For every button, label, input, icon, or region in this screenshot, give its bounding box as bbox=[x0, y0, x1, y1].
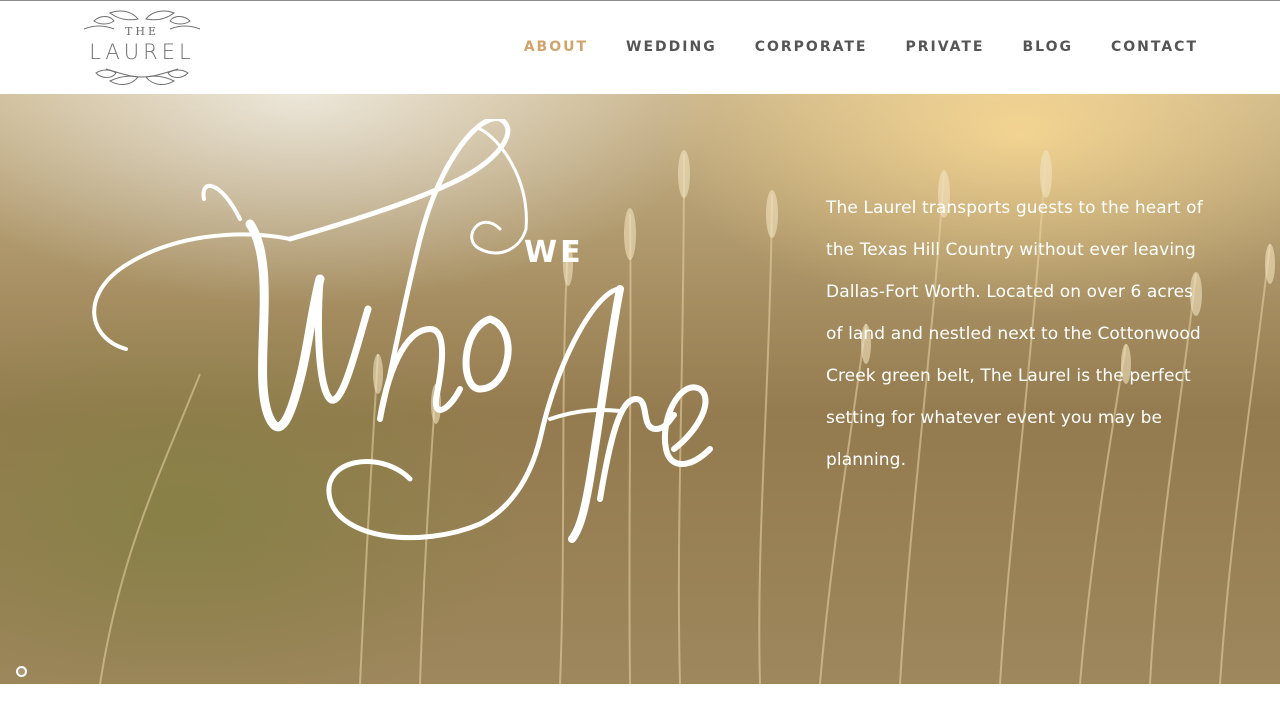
hero-heading-we: WE bbox=[524, 235, 584, 270]
page-footer-band bbox=[0, 684, 1280, 720]
slider-dot-icon[interactable] bbox=[16, 666, 27, 677]
site-header: THE LAUREL ABOUT WEDDING CORPORATE PRIVA… bbox=[0, 1, 1280, 94]
hero-banner: WE The Laurel transports guests to the h… bbox=[0, 94, 1280, 684]
nav-blog[interactable]: BLOG bbox=[1022, 39, 1073, 55]
logo-text-laurel: LAUREL bbox=[89, 40, 195, 64]
nav-contact[interactable]: CONTACT bbox=[1111, 39, 1198, 55]
nav-wedding[interactable]: WEDDING bbox=[626, 39, 717, 55]
who-are-script-heading bbox=[92, 119, 713, 543]
about-description: The Laurel transports guests to the hear… bbox=[826, 198, 1203, 470]
main-nav: ABOUT WEDDING CORPORATE PRIVATE BLOG CON… bbox=[486, 39, 1198, 55]
nav-about[interactable]: ABOUT bbox=[524, 39, 588, 55]
logo-text-the: THE bbox=[125, 25, 159, 38]
nav-private[interactable]: PRIVATE bbox=[905, 39, 984, 55]
nav-corporate[interactable]: CORPORATE bbox=[755, 39, 868, 55]
site-logo[interactable]: THE LAUREL bbox=[80, 7, 204, 89]
